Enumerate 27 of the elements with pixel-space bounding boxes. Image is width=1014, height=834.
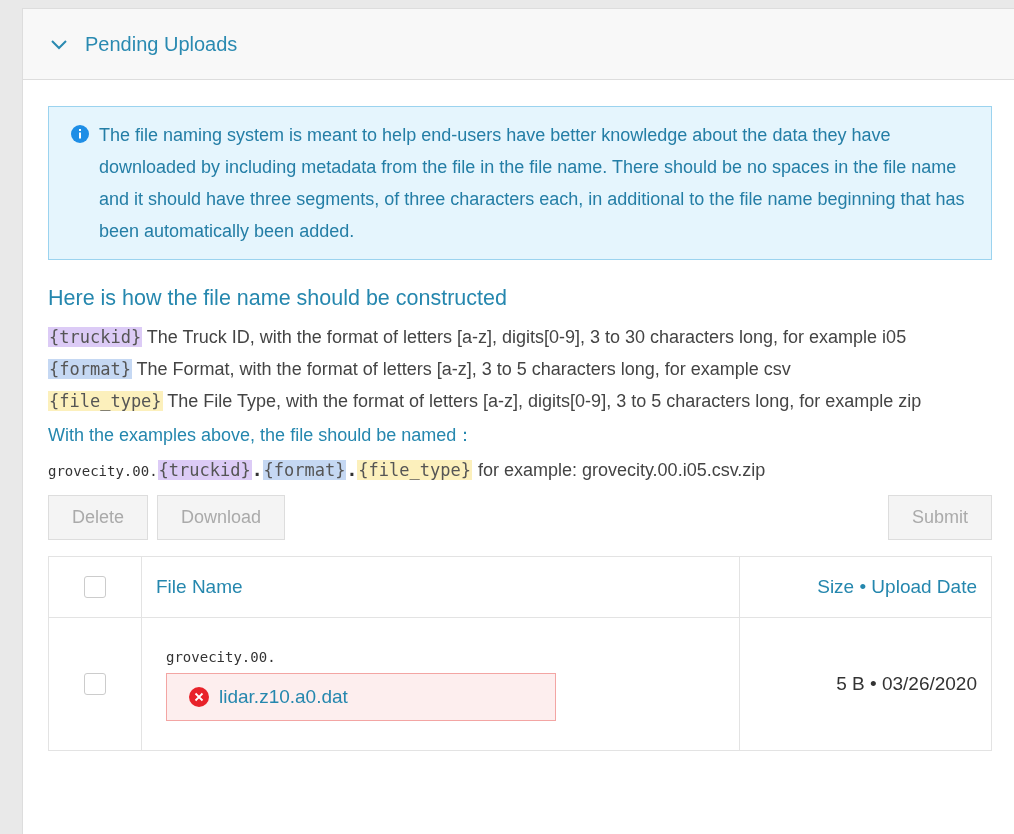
column-header[interactable]: Size • Upload Date — [739, 556, 992, 618]
panel-header[interactable]: Pending Uploads — [23, 9, 1014, 80]
prefix-text: grovecity.00. — [166, 648, 276, 665]
separator-text: . — [346, 459, 358, 480]
file-name-field[interactable]: lidar.z10.a0.dat — [166, 672, 556, 721]
placeholder-token: {file_type} — [357, 460, 472, 480]
info-text: The file naming system is meant to help end-users have better knowledge about the data they have downloaded by including metadata from the file in the file name. There should be no spaces in the file name and it should have three segments, of three characters each, in additional to the file name beginning that has been automatically been added. — [99, 124, 966, 243]
info-icon — [71, 125, 89, 143]
definition-text: The File Type, with the format of letters [a-z], digits[0-9], 3 to 5 characters long, for example zip — [167, 391, 922, 411]
size-date-text: 5 B • 03/26/2020 — [836, 673, 977, 694]
panel-title: Pending Uploads — [85, 32, 238, 56]
definition-text: The Format, with the format of letters [a-z], 3 to 5 characters long, for example csv — [136, 359, 791, 379]
example-text: for example: grovecity.00.i05.csv.zip — [477, 460, 766, 481]
error-icon — [189, 686, 209, 707]
placeholder-token: {format} — [262, 460, 347, 480]
select-all-checkbox[interactable] — [84, 576, 106, 599]
placeholder-token: {truckid} — [48, 327, 143, 347]
placeholder-token: {format} — [48, 359, 132, 379]
definition-text: The Truck ID, with the format of letters [a-z], digits[0-9], 3 to 30 characters long, for example i05 — [146, 327, 907, 347]
placeholder-token: {file_type} — [48, 391, 163, 411]
placeholder-token: {truckid} — [157, 460, 252, 480]
column-header[interactable]: File Name — [141, 556, 739, 618]
section-heading: Here is how the file name should be constructed — [48, 286, 508, 311]
separator-text: . — [251, 459, 263, 480]
row-checkbox[interactable] — [84, 673, 106, 695]
prefix-text: grovecity.00. — [48, 463, 158, 479]
example-heading: With the examples above, the file should be named： — [48, 424, 476, 447]
